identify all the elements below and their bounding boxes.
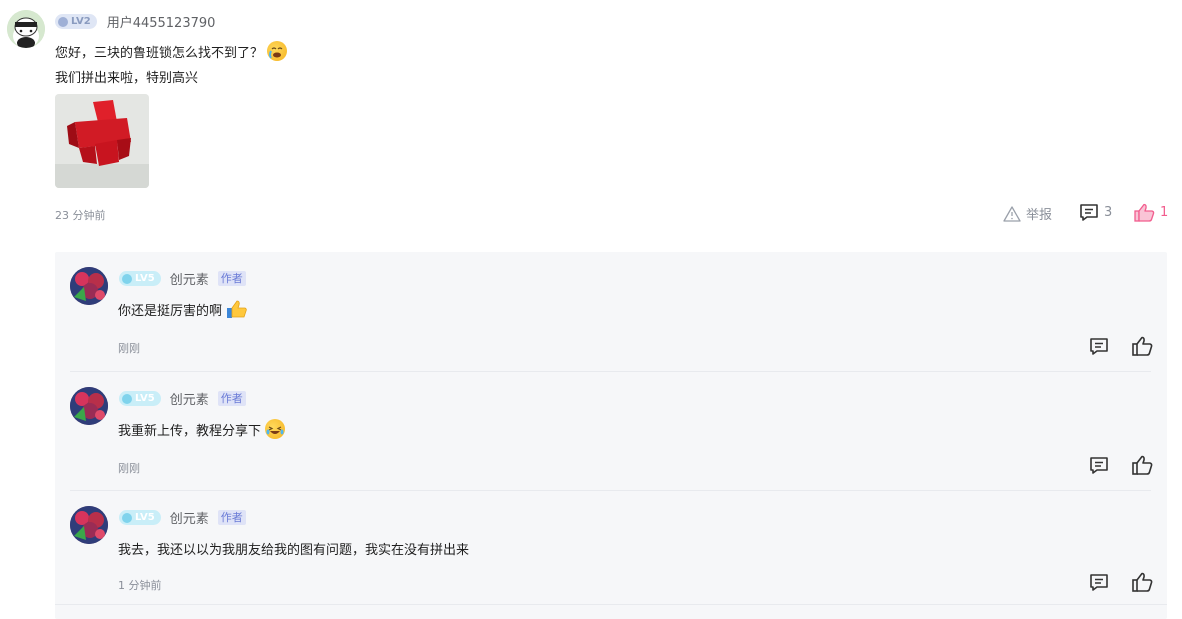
author-tag: 作者 bbox=[217, 391, 246, 406]
divider bbox=[55, 604, 1167, 605]
thumbs-up-icon bbox=[1132, 455, 1153, 475]
reply-count-button[interactable]: 3 bbox=[1079, 203, 1112, 222]
reply-text: 我重新上传，教程分享下 bbox=[118, 419, 286, 439]
reply-button[interactable] bbox=[1089, 573, 1109, 596]
divider bbox=[70, 490, 1151, 491]
avatar[interactable] bbox=[70, 387, 108, 425]
username[interactable]: 创元素 bbox=[170, 389, 209, 408]
level-icon bbox=[58, 16, 68, 27]
comment-line-1: 您好，三块的鲁班锁怎么找不到了？ bbox=[55, 41, 288, 61]
avatar[interactable] bbox=[7, 10, 45, 48]
level-icon bbox=[122, 393, 132, 404]
author-tag: 作者 bbox=[217, 510, 246, 525]
level-badge: LV5 bbox=[119, 510, 161, 525]
reply-list: LV5 创元素 作者 你还是挺厉害的啊 刚刚 LV5 创元素 作者 我重新上传，… bbox=[55, 252, 1167, 619]
reply-button[interactable] bbox=[1089, 337, 1109, 360]
comment-icon bbox=[1090, 457, 1108, 474]
username[interactable]: 创元素 bbox=[170, 508, 209, 527]
level-badge: LV5 bbox=[119, 391, 161, 406]
comment-icon bbox=[1090, 338, 1108, 355]
level-icon bbox=[122, 512, 132, 523]
avatar[interactable] bbox=[70, 267, 108, 305]
report-label: 举报 bbox=[1026, 208, 1053, 223]
thumbs-up-icon bbox=[1134, 203, 1155, 222]
reply-button[interactable] bbox=[1089, 456, 1109, 479]
username[interactable]: 用户4455123790 bbox=[107, 12, 216, 31]
thumbs-up-icon bbox=[1132, 572, 1153, 592]
comment-icon bbox=[1080, 204, 1098, 221]
reply-time: 刚刚 bbox=[118, 342, 140, 355]
comment-image[interactable] bbox=[55, 94, 149, 188]
like-button[interactable] bbox=[1132, 336, 1153, 360]
thumbs-up-emoji-icon bbox=[226, 299, 247, 319]
reply-time: 刚刚 bbox=[118, 462, 140, 475]
level-badge: LV2 bbox=[55, 14, 97, 29]
comment-time: 23 分钟前 bbox=[55, 209, 106, 222]
comment-line-2: 我们拼出来啦，特别高兴 bbox=[55, 71, 199, 86]
divider bbox=[70, 371, 1151, 372]
warning-icon bbox=[1003, 205, 1021, 222]
reply-time: 1 分钟前 bbox=[118, 579, 162, 592]
reply-count: 3 bbox=[1104, 205, 1113, 220]
reply-text: 你还是挺厉害的啊 bbox=[118, 299, 247, 319]
level-icon bbox=[122, 273, 132, 284]
report-button[interactable]: 举报 bbox=[1003, 204, 1052, 223]
like-button[interactable]: 1 bbox=[1134, 203, 1168, 222]
crying-emoji-icon bbox=[267, 41, 288, 61]
like-button[interactable] bbox=[1132, 572, 1153, 596]
username[interactable]: 创元素 bbox=[170, 269, 209, 288]
avatar[interactable] bbox=[70, 506, 108, 544]
level-badge: LV5 bbox=[119, 271, 161, 286]
comment-icon bbox=[1090, 574, 1108, 591]
like-button[interactable] bbox=[1132, 455, 1153, 479]
reply-text: 我去，我还以以为我朋友给我的图有问题，我实在没有拼出来 bbox=[118, 543, 470, 558]
author-tag: 作者 bbox=[217, 271, 246, 286]
like-count: 1 bbox=[1160, 205, 1169, 220]
laughing-emoji-icon bbox=[265, 419, 286, 439]
thumbs-up-icon bbox=[1132, 336, 1153, 356]
